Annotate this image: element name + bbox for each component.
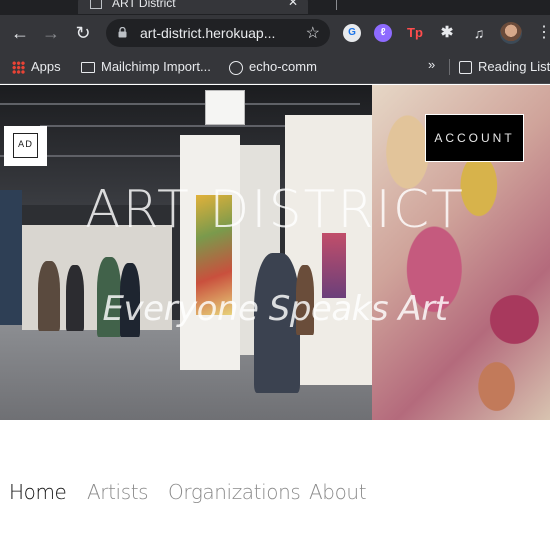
reading-list-label: Reading List [478,59,550,74]
bookmark-apps[interactable]: Apps [12,58,61,76]
browser-tab[interactable]: ART District ✕ [78,0,308,14]
forward-arrow-icon[interactable]: → [40,22,62,44]
more-bookmarks-icon[interactable]: » [428,57,435,72]
url-text: art-district.herokuap... [140,25,276,41]
globe-icon [229,60,243,75]
bookmark-mailchimp[interactable]: Mailchimp Import... [81,58,211,76]
hero-subtitle: Everyone Speaks Art [102,289,448,329]
bookmarks-bar: Apps Mailchimp Import... echo-comm » Rea… [0,51,550,84]
nav-about[interactable]: About [309,480,367,504]
extensions-puzzle-icon[interactable]: ✱ [438,24,456,42]
page-favicon-icon [90,0,102,9]
extension-2-icon[interactable]: ℓ [374,24,392,42]
browser-menu-icon[interactable]: ⋮ [536,22,550,42]
logo-text: AD [13,133,38,158]
ceiling-truss [0,103,360,105]
extension-1-icon[interactable]: G [343,24,361,42]
nav-home[interactable]: Home [9,480,67,504]
reload-icon[interactable]: ↻ [72,22,94,44]
lock-icon [118,27,127,38]
extension-tp-icon[interactable]: Tp [406,24,424,42]
apps-grid-icon [12,61,25,75]
address-bar[interactable]: art-district.herokuap... ☆ [106,19,330,47]
hero-banner: AD ACCOUNT ART DISTRICT Everyone Speaks … [0,85,550,420]
bookmark-star-icon[interactable]: ☆ [306,23,320,43]
hero-title: ART DISTRICT [85,180,465,240]
reading-list-button[interactable]: Reading List [459,58,550,76]
reading-list-icon [459,61,472,75]
media-control-icon[interactable]: ♫ [470,24,488,42]
nav-artists[interactable]: Artists [87,480,149,504]
tab-separator [336,0,337,10]
tab-title: ART District [112,0,176,10]
bookmark-label: echo-comm [249,59,317,74]
account-button[interactable]: ACCOUNT [425,114,524,162]
bookmarks-divider [449,59,450,75]
folder-icon [81,62,95,74]
bookmark-echo-comm[interactable]: echo-comm [229,58,317,76]
nav-organizations[interactable]: Organizations [168,480,301,504]
profile-avatar[interactable] [500,22,522,44]
bookmark-label: Apps [31,59,61,74]
site-logo[interactable]: AD [4,126,47,166]
wall-placard [205,90,245,125]
site-nav: Home Artists Organizations About [0,470,550,510]
bookmark-label: Mailchimp Import... [101,59,211,74]
tab-strip: ART District ✕ [0,0,550,15]
close-tab-icon[interactable]: ✕ [288,0,298,9]
back-arrow-icon[interactable]: ← [9,22,31,44]
browser-toolbar: ← → ↻ art-district.herokuap... ☆ G ℓ Tp … [0,15,550,51]
